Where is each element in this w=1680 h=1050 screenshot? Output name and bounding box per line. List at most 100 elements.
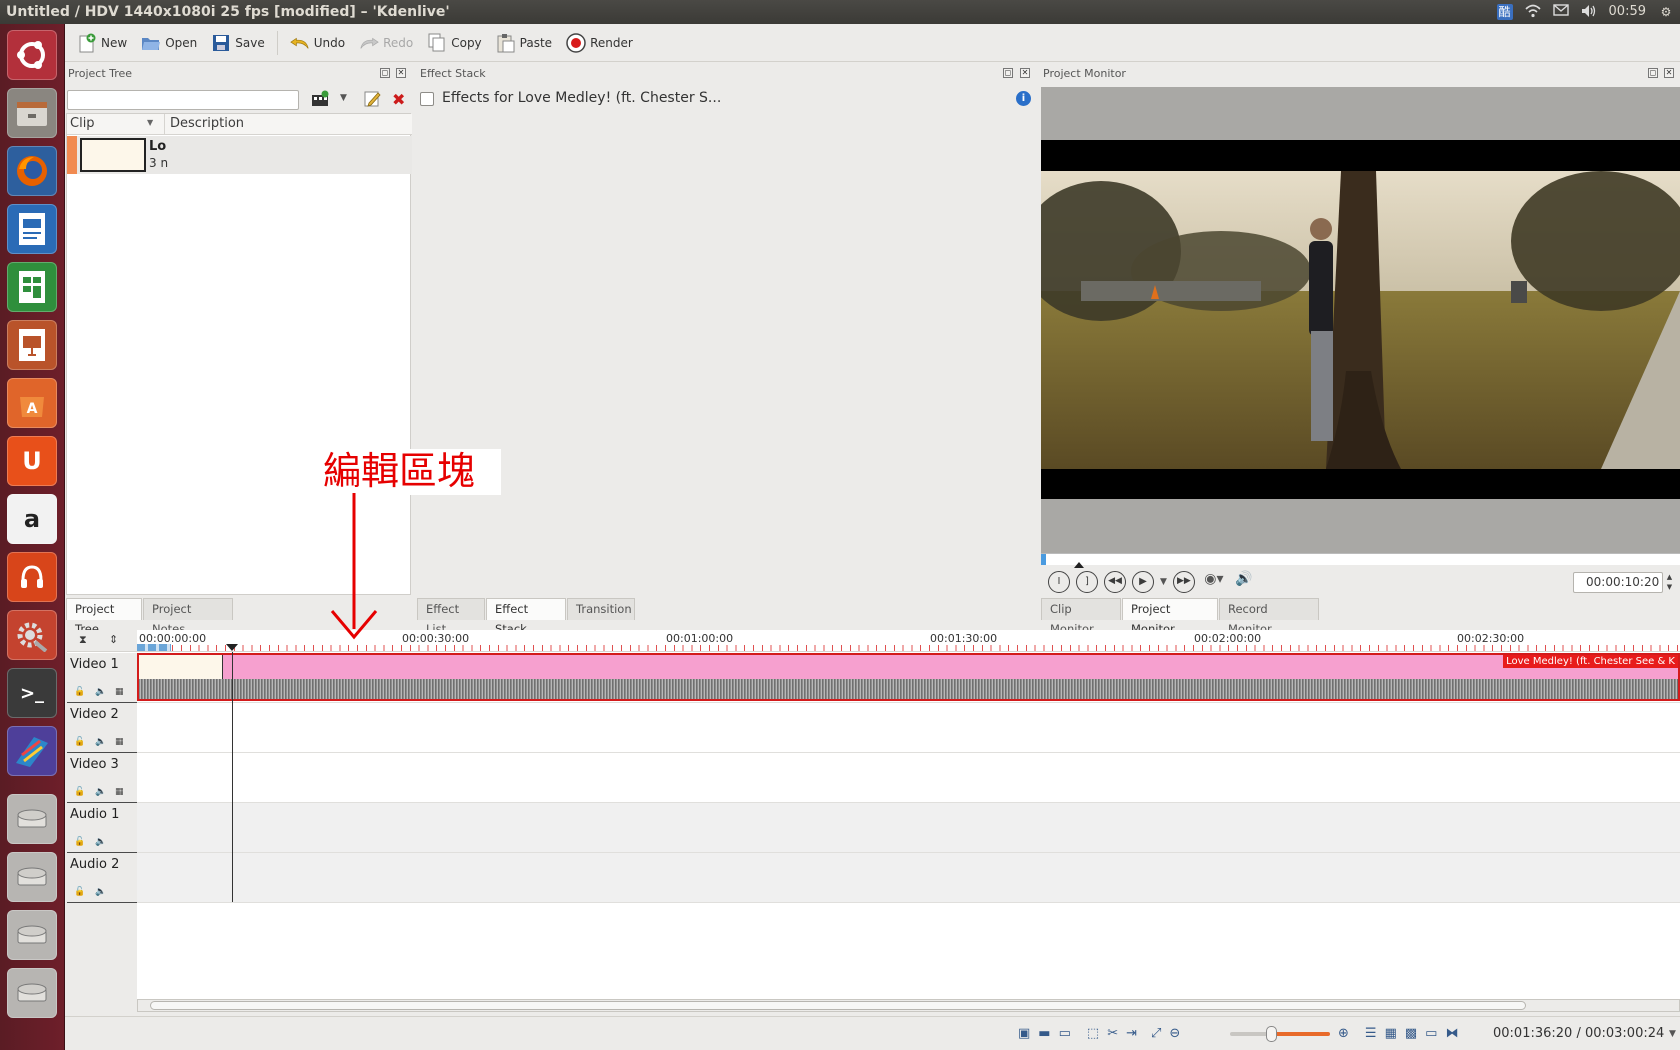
lock-icon[interactable]: 🔓 <box>74 837 85 847</box>
timeline-scrollbar[interactable] <box>137 999 1680 1012</box>
lock-icon[interactable]: 🔓 <box>74 787 85 797</box>
tab-project-tree[interactable]: Project Tree <box>66 598 142 636</box>
zoom-in-icon[interactable]: ⊕ <box>1338 1026 1349 1041</box>
firefox-icon[interactable] <box>7 146 57 196</box>
kdenlive-icon[interactable] <box>7 726 57 776</box>
track-row-video-2[interactable] <box>137 703 1680 753</box>
tab-effect-list[interactable]: Effect List <box>417 598 485 636</box>
rewind-icon[interactable]: ◀◀ <box>1104 571 1126 593</box>
sort-icon[interactable]: ▼ <box>147 118 153 127</box>
tab-effect-stack[interactable]: Effect Stack <box>486 598 566 636</box>
zoom-out-icon[interactable]: ⊖ <box>1169 1026 1180 1041</box>
razor-tool-icon[interactable]: ✂ <box>1107 1026 1118 1041</box>
project-tree-search-input[interactable] <box>67 90 299 110</box>
set-zone-start-icon[interactable]: I <box>1048 571 1070 593</box>
hide-video-icon[interactable]: ▦ <box>115 687 124 697</box>
show-markers-icon[interactable]: ▩ <box>1405 1026 1417 1041</box>
tab-record-monitor[interactable]: Record Monitor <box>1219 598 1319 636</box>
chevron-down-icon[interactable]: ▼ <box>1160 577 1167 587</box>
close-dock-icon[interactable]: ✕ <box>396 68 406 78</box>
calc-icon[interactable] <box>7 262 57 312</box>
normal-mode-icon[interactable]: ▣ <box>1018 1026 1030 1041</box>
copy-button[interactable]: Copy <box>421 29 487 57</box>
hide-video-icon[interactable]: ▦ <box>115 737 124 747</box>
track-header-video-1[interactable]: Video 1 🔓 🔈 ▦ <box>67 653 137 703</box>
lock-icon[interactable]: 🔓 <box>74 887 85 897</box>
track-header-video-3[interactable]: Video 3 🔓 🔈 ▦ <box>67 753 137 803</box>
lock-icon[interactable]: 🔓 <box>74 687 85 697</box>
chevron-down-icon[interactable]: ▼ <box>340 93 347 103</box>
mute-icon[interactable]: 🔈 <box>95 687 106 697</box>
amazon-icon[interactable]: a <box>7 494 57 544</box>
show-thumbnails-icon[interactable]: ☰ <box>1365 1026 1377 1041</box>
terminal-icon[interactable]: >_ <box>7 668 57 718</box>
tab-clip-monitor[interactable]: Clip Monitor <box>1041 598 1121 636</box>
tab-project-monitor[interactable]: Project Monitor <box>1122 598 1218 636</box>
files-icon[interactable] <box>7 88 57 138</box>
drive-icon[interactable] <box>7 794 57 844</box>
play-icon[interactable]: ▶ <box>1132 571 1154 593</box>
mute-icon[interactable]: 🔈 <box>95 787 106 797</box>
delete-clip-icon[interactable]: ✖ <box>392 90 405 109</box>
render-button[interactable]: Render <box>560 29 639 57</box>
add-clip-icon[interactable] <box>311 90 329 108</box>
mute-icon[interactable]: 🔈 <box>95 887 106 897</box>
video-monitor[interactable] <box>1041 87 1680 553</box>
zoom-slider[interactable] <box>1230 1026 1330 1042</box>
show-audio-thumbnails-icon[interactable]: ▦ <box>1385 1026 1397 1041</box>
monitor-ruler[interactable] <box>1041 553 1680 568</box>
track-row-audio-1[interactable] <box>137 803 1680 853</box>
effects-enable-checkbox[interactable] <box>420 92 434 106</box>
selection-tool-icon[interactable]: ⬚ <box>1087 1026 1099 1041</box>
track-header-audio-1[interactable]: Audio 1 🔓 🔈 <box>67 803 137 853</box>
float-dock-icon[interactable]: ◻ <box>1648 68 1658 78</box>
mute-icon[interactable]: 🔈 <box>95 837 106 847</box>
dash-icon[interactable] <box>7 30 57 80</box>
tab-transition[interactable]: Transition <box>567 598 635 620</box>
open-button[interactable]: Open <box>135 29 203 57</box>
track-row-video-1[interactable]: Love Medley! (ft. Chester See & K <box>137 653 1680 703</box>
track-header-video-2[interactable]: Video 2 🔓 🔈 ▦ <box>67 703 137 753</box>
playhead-marker[interactable] <box>226 644 238 651</box>
show-zone-icon[interactable]: ⧓ <box>1445 1026 1458 1041</box>
volume-icon[interactable] <box>1581 4 1597 20</box>
music-icon[interactable] <box>7 552 57 602</box>
snap-icon[interactable]: ▭ <box>1425 1026 1437 1041</box>
edit-clip-icon[interactable] <box>364 90 382 108</box>
tab-project-notes[interactable]: Project Notes <box>143 598 233 636</box>
lock-icon[interactable]: 🔓 <box>74 737 85 747</box>
fit-zoom-icon[interactable]: ⤢ <box>1151 1026 1161 1041</box>
close-dock-icon[interactable]: ✕ <box>1664 68 1674 78</box>
clock[interactable]: 00:59 <box>1609 0 1646 24</box>
column-clip[interactable]: Clip <box>70 116 95 131</box>
software-center-icon[interactable]: A <box>7 378 57 428</box>
close-dock-icon[interactable]: ✕ <box>1020 68 1030 78</box>
zoom-slider-handle[interactable] <box>1266 1026 1277 1042</box>
new-button[interactable]: New <box>71 29 133 57</box>
hide-video-icon[interactable]: ▦ <box>115 787 124 797</box>
gear-icon[interactable]: ⚙ <box>1658 4 1674 20</box>
track-row-video-3[interactable] <box>137 753 1680 803</box>
timecode-spinner[interactable]: ▲ ▼ <box>1663 572 1676 593</box>
mute-icon[interactable]: 🔈 <box>95 737 106 747</box>
mail-icon[interactable] <box>1552 4 1569 20</box>
timeline-clip[interactable]: Love Medley! (ft. Chester See & K <box>137 653 1680 701</box>
input-method-icon[interactable]: 酷 <box>1496 4 1513 20</box>
collapse-tracks-icon[interactable]: ⧗ <box>79 633 87 647</box>
column-description[interactable]: Description <box>170 116 244 131</box>
drive-icon[interactable] <box>7 852 57 902</box>
track-header-audio-2[interactable]: Audio 2 🔓 🔈 <box>67 853 137 903</box>
audio-icon[interactable]: 🔊 <box>1233 571 1255 593</box>
drive-icon[interactable] <box>7 968 57 1018</box>
insert-mode-icon[interactable]: ▭ <box>1059 1026 1071 1041</box>
float-dock-icon[interactable]: ◻ <box>380 68 390 78</box>
playhead-line[interactable] <box>232 652 233 902</box>
drive-icon[interactable] <box>7 910 57 960</box>
track-row-audio-2[interactable] <box>137 853 1680 903</box>
save-button[interactable]: Save <box>205 29 270 57</box>
paste-button[interactable]: Paste <box>490 29 558 57</box>
overwrite-mode-icon[interactable]: ▬ <box>1038 1026 1050 1041</box>
forward-icon[interactable]: ▶▶ <box>1172 571 1195 593</box>
undo-button[interactable]: Undo <box>284 29 351 57</box>
writer-icon[interactable] <box>7 204 57 254</box>
